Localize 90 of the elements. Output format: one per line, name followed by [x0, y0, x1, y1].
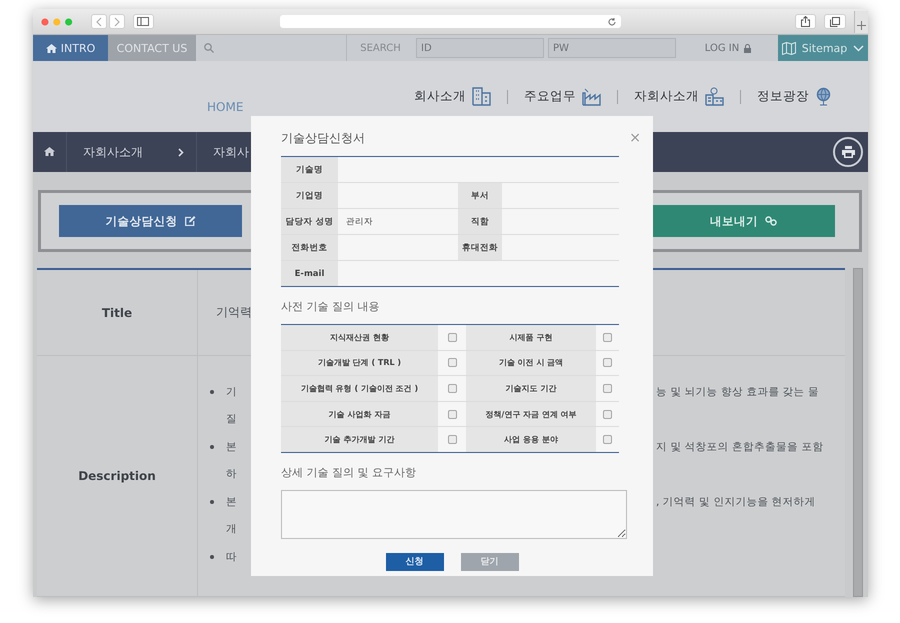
option-label: 기술 이전 시 금액: [466, 350, 596, 376]
new-tab-button[interactable]: [854, 10, 868, 32]
reload-icon[interactable]: [608, 18, 616, 26]
description-text: 개: [226, 522, 238, 536]
action-button[interactable]: 내보내기: [652, 205, 835, 237]
sidebar-icon: [137, 17, 150, 26]
description-text: 본: [226, 440, 238, 454]
checkbox[interactable]: [603, 384, 612, 393]
menu-item[interactable]: 회사소개: [414, 87, 491, 106]
tabs-icon: [830, 16, 840, 26]
field-label: 직함: [458, 209, 502, 234]
checkbox[interactable]: [448, 358, 456, 368]
menu-item[interactable]: 정보광장: [757, 87, 832, 106]
input-field[interactable]: 관리자: [338, 209, 458, 234]
home-icon: [46, 44, 57, 52]
lock-icon: [744, 44, 752, 52]
field-label: 기술명: [281, 157, 338, 182]
dialog-title: 기술상담신청서: [281, 130, 365, 146]
close-button[interactable]: ×: [629, 130, 641, 146]
chevron-right-icon: [178, 148, 184, 156]
chevron-left-icon: [96, 16, 102, 26]
field-label: 담당자 성명: [281, 209, 338, 234]
description-text: 지 및 석창포의 혼합추출물을 포함: [656, 440, 824, 454]
option-label: 지식재산권 현황: [281, 325, 438, 350]
sitemap-button[interactable]: Sitemap: [778, 35, 868, 61]
home-icon: [44, 146, 55, 156]
request-textarea[interactable]: [281, 490, 627, 539]
row-label: Description: [37, 356, 198, 596]
option-label: 정책/연구 자금 연계 여부: [466, 402, 596, 426]
scrollbar[interactable]: [853, 268, 863, 597]
chevron-down-icon: [853, 44, 864, 52]
printer-icon: [842, 146, 854, 158]
description-text: 본: [226, 494, 238, 509]
chevron-right-icon: [114, 16, 120, 26]
share-button[interactable]: [794, 14, 816, 29]
description-text: 기: [226, 384, 238, 399]
map-icon: [782, 42, 796, 54]
option-label: 기술협력 유형 ( 기술이전 조건 ): [281, 376, 438, 401]
menu-item[interactable]: 주요업무: [524, 87, 601, 106]
building-icon: [472, 87, 491, 106]
option-label: 사업 응용 분야: [466, 427, 596, 452]
option-label: 기술개발 단계 ( TRL ): [281, 350, 438, 376]
plus-icon: [857, 20, 866, 30]
checkbox[interactable]: [603, 435, 612, 444]
row-label: Title: [37, 270, 198, 355]
description-text: , 기억력 및 인지기능을 현저하게: [656, 494, 816, 509]
dialog-button[interactable]: 신청: [386, 552, 444, 571]
link-icon: [765, 216, 777, 226]
id-field[interactable]: ID: [416, 38, 544, 58]
title-text: 기억력: [216, 304, 252, 321]
action-button[interactable]: 기술상담신청: [59, 205, 242, 237]
field-label: E-mail: [281, 261, 338, 286]
intro-tab[interactable]: INTRO: [33, 35, 108, 61]
breadcrumb-item[interactable]: 자회사: [197, 132, 261, 172]
checkbox[interactable]: [603, 410, 612, 419]
sidebar-button[interactable]: [132, 14, 154, 29]
print-button[interactable]: [833, 137, 863, 167]
checkbox[interactable]: [448, 332, 456, 342]
option-label: 기술 사업화 자금: [281, 402, 438, 426]
section-title: 상세 기술 질의 및 요구사항: [281, 464, 417, 480]
globe-icon: [815, 87, 832, 106]
option-label: 기술 추가개발 기간: [281, 427, 438, 452]
share-icon: [801, 16, 810, 27]
forward-button[interactable]: [108, 14, 125, 29]
field-label: 휴대전화: [458, 235, 502, 260]
description-text: 능 및 뇌기능 향상 효과를 갖는 물: [656, 384, 820, 399]
field-label: 부서: [458, 183, 502, 208]
checkbox[interactable]: [603, 332, 612, 342]
breadcrumb-item[interactable]: 자회사소개: [67, 132, 197, 172]
checkbox[interactable]: [448, 384, 456, 393]
option-label: 기술지도 기간: [466, 376, 596, 401]
checkbox[interactable]: [603, 358, 612, 368]
buildings-icon: [705, 87, 724, 106]
field-label: 기업명: [281, 183, 338, 208]
password-field[interactable]: PW: [548, 38, 676, 58]
section-title: 사전 기술 질의 내용: [281, 299, 380, 314]
option-label: 시제품 구현: [466, 325, 596, 350]
edit-icon: [184, 216, 196, 226]
description-text: 질: [226, 412, 238, 426]
search-icon[interactable]: [204, 43, 214, 53]
checkbox[interactable]: [448, 435, 456, 444]
window-controls-icon[interactable]: [41, 18, 75, 26]
menu-item[interactable]: 자회사소개: [634, 87, 724, 106]
description-text: 하: [226, 467, 238, 482]
factory-icon: [582, 87, 601, 106]
field-label: 전화번호: [281, 235, 338, 260]
description-text: 따: [226, 550, 238, 564]
checkbox[interactable]: [448, 410, 456, 419]
tabs-button[interactable]: [824, 14, 846, 29]
back-button[interactable]: [90, 14, 107, 29]
